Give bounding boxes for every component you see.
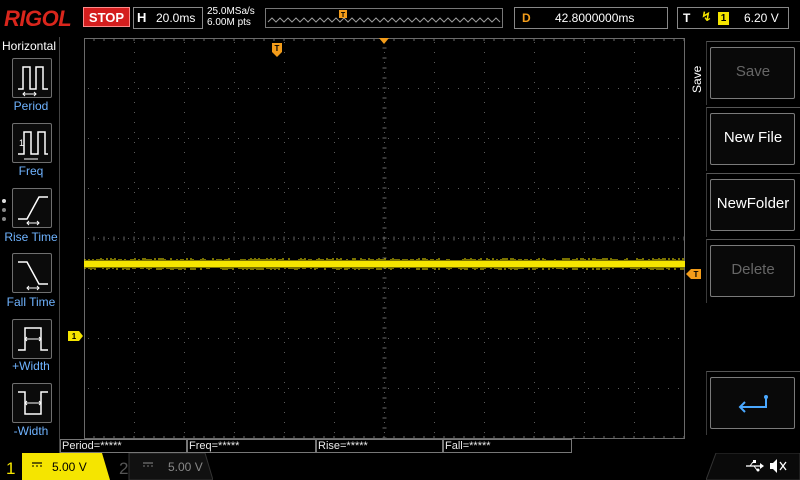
- rise-time-icon: [18, 196, 48, 226]
- save-menu: Save Save New File NewFolder Delete: [686, 37, 800, 439]
- period-button[interactable]: [12, 58, 52, 98]
- fall-time-icon: [18, 261, 48, 291]
- delay-value: 42.8000000ms: [555, 11, 635, 25]
- graticule: [84, 38, 685, 439]
- trigger-position-marker[interactable]: T: [271, 42, 283, 58]
- horizontal-center-marker: [379, 38, 389, 44]
- new-file-softkey[interactable]: New File: [706, 107, 800, 171]
- rise-measurement[interactable]: Rise=*****: [316, 439, 443, 453]
- channel1-scale: 5.00 V: [52, 460, 87, 474]
- delay-display[interactable]: D 42.8000000ms: [514, 7, 668, 29]
- freq-measurement[interactable]: Freq=*****: [187, 439, 316, 453]
- menu-title: Save: [690, 65, 704, 93]
- rigol-logo: RIGOL: [4, 6, 72, 31]
- trigger-display[interactable]: T ↯ 1 6.20 V: [677, 7, 789, 29]
- new-folder-softkey[interactable]: NewFolder: [706, 173, 800, 237]
- rising-edge-icon: ↯: [701, 10, 712, 25]
- trigger-level: 6.20 V: [744, 11, 779, 25]
- negative-width-button[interactable]: [12, 383, 52, 423]
- negative-width-label: -Width: [13, 424, 49, 438]
- timebase-display[interactable]: H 20.0ms: [133, 7, 203, 29]
- channel-status-bar: 1 5.00 V 2 5.00 V: [0, 453, 800, 480]
- positive-width-button[interactable]: [12, 319, 52, 359]
- memory-trigger-letter: T: [341, 12, 346, 19]
- sample-rate: 25.0MSa/s: [207, 6, 255, 17]
- return-softkey[interactable]: [706, 371, 800, 435]
- period-measurement[interactable]: Period=*****: [60, 439, 187, 453]
- period-icon: [18, 66, 48, 97]
- measurement-bar: Period=***** Freq=***** Rise=***** Fall=…: [60, 439, 685, 453]
- run-stop-status[interactable]: STOP: [83, 7, 130, 27]
- freq-label: Freq: [18, 164, 44, 178]
- trigger-source: 1: [718, 12, 729, 25]
- channel1-ground-number: 1: [72, 332, 77, 341]
- channel2-number: 2: [119, 459, 128, 478]
- memory-waveform-overview: T: [267, 10, 501, 23]
- positive-width-icon: [18, 327, 48, 351]
- timebase-label: H: [137, 10, 147, 25]
- timebase-value: 20.0ms: [156, 11, 196, 25]
- delay-label: D: [522, 11, 531, 25]
- new-folder-softkey-label: NewFolder: [716, 195, 790, 212]
- save-softkey[interactable]: Save: [706, 41, 800, 105]
- page-dot: [2, 217, 6, 221]
- memory-overview-strip[interactable]: T: [265, 8, 503, 28]
- status-icon-area: [706, 453, 800, 480]
- fall-measurement[interactable]: Fall=*****: [443, 439, 572, 453]
- channel1-tab[interactable]: 1 5.00 V: [0, 453, 110, 480]
- save-softkey-label: Save: [735, 63, 771, 80]
- channel2-scale: 5.00 V: [168, 460, 203, 474]
- delete-softkey-label: Delete: [731, 261, 775, 278]
- horizontal-measure-panel: Horizontal Period 1 Freq Rise Time Fall …: [0, 37, 60, 453]
- positive-width-label: +Width: [12, 359, 50, 373]
- fall-time-button[interactable]: [12, 253, 52, 293]
- negative-width-icon: [18, 391, 48, 415]
- fall-time-label: Fall Time: [6, 295, 56, 309]
- channel1-number: 1: [6, 459, 15, 478]
- return-arrow-icon: [738, 395, 768, 413]
- memory-depth: 6.00M pts: [207, 17, 251, 28]
- page-dot: [2, 199, 6, 203]
- channel1-trace: [84, 258, 685, 270]
- acquisition-info: 25.0MSa/s 6.00M pts: [207, 6, 265, 28]
- period-label: Period: [13, 99, 49, 113]
- new-file-softkey-label: New File: [723, 129, 783, 146]
- rise-time-button[interactable]: [12, 188, 52, 228]
- top-status-bar: RIGOL STOP H 20.0ms 25.0MSa/s 6.00M pts …: [0, 0, 800, 36]
- trigger-label: T: [683, 11, 691, 25]
- delete-softkey[interactable]: Delete: [706, 239, 800, 303]
- channel1-ground-marker[interactable]: 1: [68, 330, 84, 342]
- panel-title: Horizontal: [2, 39, 57, 53]
- svg-text:1: 1: [19, 138, 24, 148]
- channel2-tab[interactable]: 2 5.00 V: [113, 453, 213, 480]
- page-dot: [2, 208, 6, 212]
- rise-time-label: Rise Time: [4, 230, 58, 244]
- trigger-position-letter: T: [275, 44, 280, 53]
- waveform-grid[interactable]: [84, 38, 685, 439]
- freq-icon: 1: [18, 131, 48, 160]
- freq-button[interactable]: 1: [12, 123, 52, 163]
